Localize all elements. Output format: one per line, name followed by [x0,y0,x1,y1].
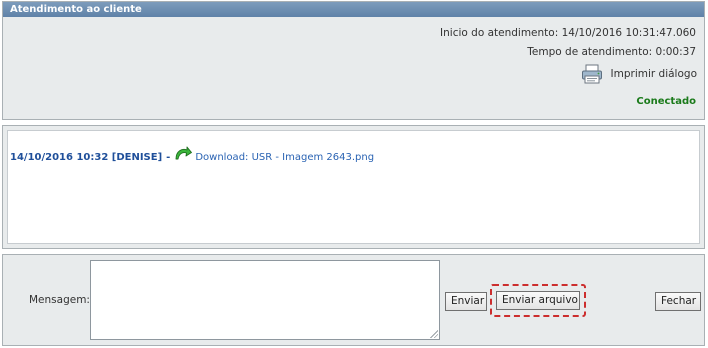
close-button[interactable]: Fechar [655,292,701,311]
start-time-value: 14/10/2016 10:31:47.060 [561,27,696,39]
green-arrow-download-icon[interactable] [174,146,193,162]
print-dialog-label[interactable]: Imprimir diálogo [611,68,697,80]
message-input[interactable] [90,260,440,340]
print-dialog-button[interactable]: Imprimir diálogo [581,64,697,84]
send-file-button[interactable]: Enviar arquivo [496,291,580,310]
send-button[interactable]: Enviar [445,292,487,311]
duration-line: Tempo de atendimento: 0:00:37 [527,46,696,58]
start-time-label: Inicio do atendimento: [440,27,559,39]
message-label: Mensagem: [29,294,90,306]
download-file-link[interactable]: Download: USR - Imagem 2643.png [195,152,374,163]
message-timestamp-sender: 14/10/2016 10:32 [DENISE] [10,151,163,163]
session-info-panel: Atendimento ao cliente Inicio do atendim… [2,1,705,120]
duration-label: Tempo de atendimento: [527,46,653,58]
chat-panel: 14/10/2016 10:32 [DENISE] - Download: US… [2,125,705,249]
chat-message: 14/10/2016 10:32 [DENISE] - Download: US… [10,146,374,165]
message-separator: - [166,151,171,163]
resize-grip-icon[interactable] [429,329,438,338]
printer-icon[interactable] [581,64,603,84]
compose-panel: Mensagem: Enviar Enviar arquivo Fechar [2,254,705,346]
chat-transcript[interactable]: 14/10/2016 10:32 [DENISE] - Download: US… [7,130,700,244]
duration-value: 0:00:37 [655,46,696,58]
panel-title: Atendimento ao cliente [3,2,704,17]
start-time-line: Inicio do atendimento: 14/10/2016 10:31:… [440,27,696,39]
connection-status: Conectado [636,96,696,107]
